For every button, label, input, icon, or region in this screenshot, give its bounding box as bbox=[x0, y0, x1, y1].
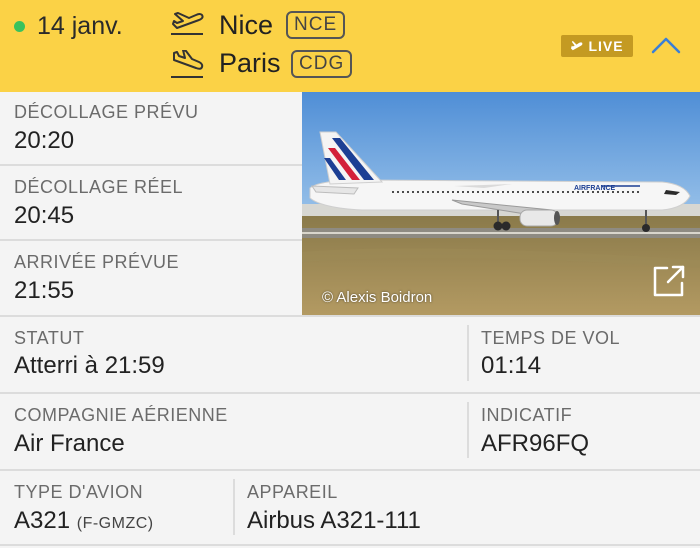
divider bbox=[0, 544, 700, 546]
status-value: Atterri à 21:59 bbox=[14, 352, 165, 379]
departure-city: Nice bbox=[219, 10, 274, 40]
arrival-city: Paris bbox=[219, 48, 281, 78]
arrival-airport-code: CDG bbox=[291, 50, 353, 78]
livery-text: AIRFRANCE bbox=[574, 185, 616, 192]
divider bbox=[0, 164, 302, 166]
scheduled-departure-label: DÉCOLLAGE PRÉVU bbox=[14, 102, 199, 122]
actual-departure-label: DÉCOLLAGE RÉEL bbox=[14, 177, 184, 197]
divider bbox=[0, 392, 700, 394]
plane-icon bbox=[571, 40, 583, 50]
divider bbox=[0, 239, 302, 241]
aircraft-type: A321 bbox=[14, 507, 71, 534]
flight-time-value: 01:14 bbox=[481, 352, 542, 379]
flight-details: DÉCOLLAGE PRÉVU 20:20 DÉCOLLAGE RÉEL 20:… bbox=[0, 92, 700, 548]
live-label: LIVE bbox=[588, 38, 624, 54]
scheduled-arrival-time: 21:55 bbox=[14, 277, 75, 304]
flight-header[interactable]: 14 janv. Nice NCE Paris CDG LIVE bbox=[0, 0, 700, 92]
flight-time-label: TEMPS DE VOL bbox=[481, 328, 621, 348]
callsign-label: INDICATIF bbox=[481, 405, 573, 425]
aircraft-registration: (F-GMZC) bbox=[76, 515, 154, 532]
expand-icon[interactable] bbox=[651, 263, 687, 299]
landing-icon bbox=[171, 50, 204, 78]
takeoff-icon bbox=[171, 12, 204, 35]
status-label: STATUT bbox=[14, 328, 85, 348]
aircraft-type-label: TYPE D'AVION bbox=[14, 482, 144, 502]
aircraft-photo[interactable]: AIRFRANCE © Alexis Boidron bbox=[302, 92, 700, 315]
photo-credit: © Alexis Boidron bbox=[322, 289, 433, 306]
live-status-dot bbox=[14, 21, 25, 32]
departure-airport-code: NCE bbox=[286, 11, 346, 39]
live-badge: LIVE bbox=[561, 35, 633, 57]
scheduled-departure-time: 20:20 bbox=[14, 127, 75, 154]
divider bbox=[0, 469, 700, 471]
aircraft-label: APPAREIL bbox=[247, 482, 338, 502]
divider bbox=[467, 402, 469, 458]
scheduled-arrival-label: ARRIVÉE PRÉVUE bbox=[14, 252, 180, 272]
flight-date: 14 janv. bbox=[37, 12, 123, 40]
callsign-value: AFR96FQ bbox=[481, 430, 590, 457]
actual-departure-time: 20:45 bbox=[14, 202, 75, 229]
divider bbox=[233, 479, 235, 535]
airline-value: Air France bbox=[14, 430, 125, 457]
divider bbox=[467, 325, 469, 381]
aircraft-value: Airbus A321-111 bbox=[247, 507, 421, 534]
aircraft-type-value: A321 (F-GMZC) bbox=[14, 507, 154, 535]
aircraft-image: AIRFRANCE bbox=[302, 92, 700, 315]
divider bbox=[0, 315, 700, 317]
airline-label: COMPAGNIE AÉRIENNE bbox=[14, 405, 228, 425]
chevron-up-icon[interactable] bbox=[648, 30, 684, 60]
